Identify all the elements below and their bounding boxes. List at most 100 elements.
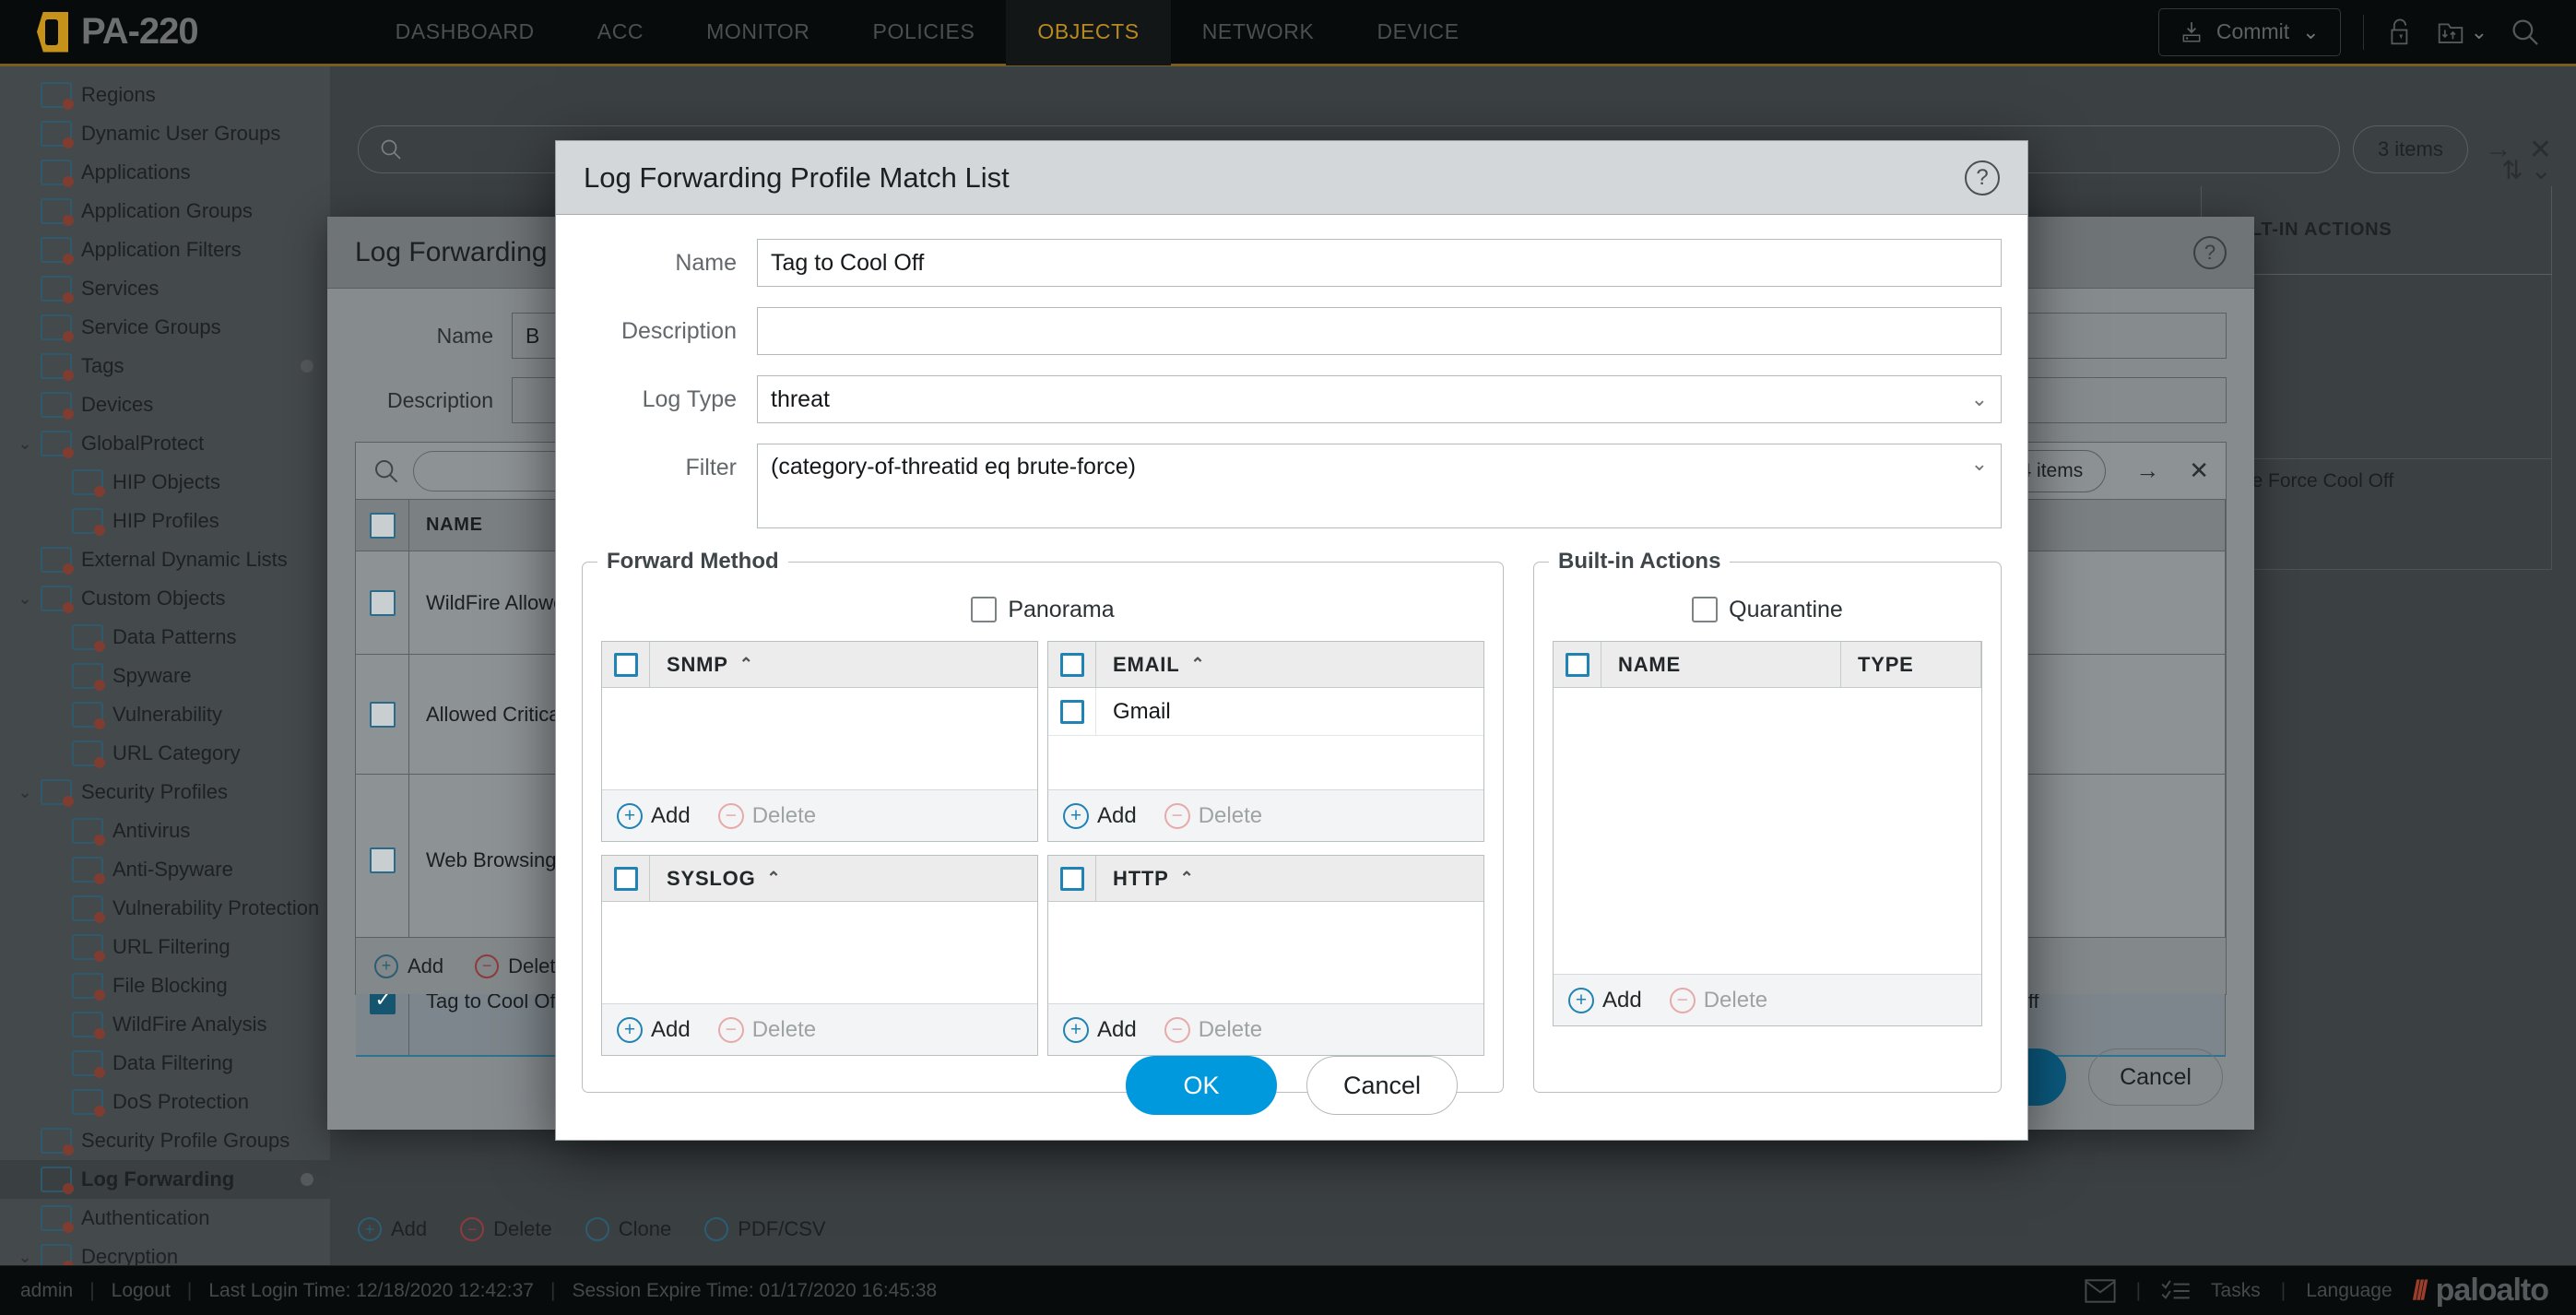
tasks-label[interactable]: Tasks (2211, 1280, 2261, 1302)
filter-input[interactable]: (category-of-threatid eq brute-force) ⌄ (757, 444, 2002, 528)
sidebar-item-antivirus[interactable]: Antivirus (0, 812, 330, 850)
bg-row-checkbox[interactable] (356, 551, 409, 654)
sidebar-item-dynamic-user-groups[interactable]: Dynamic User Groups (0, 114, 330, 153)
chevron-down-icon[interactable]: ⌄ (9, 589, 41, 609)
page-toolbar-delete-button[interactable]: − Delete (460, 1217, 552, 1241)
sort-asc-icon[interactable]: ⌃ (767, 869, 782, 888)
forward-add-button[interactable]: + Add (617, 802, 691, 829)
sidebar-item-application-filters[interactable]: Application Filters (0, 231, 330, 269)
sidebar-item-decryption[interactable]: ⌄ Decryption (0, 1238, 330, 1265)
sidebar-item-globalprotect[interactable]: ⌄ GlobalProtect (0, 424, 330, 463)
forward-header-label-wrap[interactable]: HTTP ⌃ (1096, 867, 1195, 891)
sidebar-item-file-blocking[interactable]: File Blocking (0, 966, 330, 1005)
ok-button[interactable]: OK (1126, 1056, 1277, 1115)
logout-link[interactable]: Logout (112, 1280, 171, 1302)
page-toolbar-clone-button[interactable]: Clone (585, 1217, 671, 1241)
forward-row-checkbox[interactable] (1048, 688, 1096, 735)
sidebar-item-tags[interactable]: Tags (0, 347, 330, 385)
nav-tab-monitor[interactable]: MONITOR (675, 0, 841, 65)
forward-select-all-checkbox[interactable] (1048, 856, 1096, 901)
name-input[interactable]: Tag to Cool Off (757, 239, 2002, 287)
forward-delete-button[interactable]: − Delete (1164, 802, 1262, 829)
forward-header-label-wrap[interactable]: SNMP ⌃ (650, 653, 754, 677)
forward-select-all-checkbox[interactable] (602, 642, 650, 687)
sidebar-item-regions[interactable]: Regions (0, 76, 330, 114)
nav-tab-policies[interactable]: POLICIES (842, 0, 1007, 65)
builtin-add-button[interactable]: + Add (1568, 987, 1642, 1013)
forward-table-row[interactable]: Gmail (1048, 688, 1483, 736)
nav-tab-acc[interactable]: ACC (566, 0, 675, 65)
sidebar-item-authentication[interactable]: Authentication (0, 1199, 330, 1238)
page-toolbar-add-button[interactable]: + Add (358, 1217, 427, 1241)
sidebar-item-log-forwarding[interactable]: Log Forwarding (0, 1160, 330, 1199)
unlock-icon[interactable] (2386, 18, 2414, 47)
sidebar-item-url-category[interactable]: URL Category (0, 734, 330, 773)
panorama-checkbox[interactable] (971, 597, 998, 622)
log-type-select[interactable]: threat ⌄ (757, 375, 2002, 423)
cancel-button[interactable]: Cancel (1306, 1056, 1458, 1115)
description-input[interactable] (757, 307, 2002, 355)
sidebar-item-security-profiles[interactable]: ⌄ Security Profiles (0, 773, 330, 812)
builtin-select-all-checkbox[interactable] (1554, 642, 1601, 687)
mail-icon[interactable] (2085, 1278, 2116, 1303)
column-header[interactable]: BUILT-IN ACTIONS (2202, 186, 2552, 274)
forward-select-all-checkbox[interactable] (602, 856, 650, 901)
chevron-down-icon[interactable]: ⌄ (9, 783, 41, 802)
quarantine-checkbox-row[interactable]: Quarantine (1553, 587, 1982, 632)
sidebar-item-devices[interactable]: Devices (0, 385, 330, 424)
panorama-checkbox-row[interactable]: Panorama (601, 587, 1484, 632)
sidebar-item-custom-objects[interactable]: ⌄ Custom Objects (0, 579, 330, 618)
sidebar-item-vulnerability-protection[interactable]: Vulnerability Protection (0, 889, 330, 928)
sidebar-item-hip-profiles[interactable]: HIP Profiles (0, 502, 330, 540)
help-icon[interactable]: ? (2193, 235, 2227, 269)
bg-delete-button[interactable]: − Delete (475, 954, 567, 978)
builtin-delete-button[interactable]: − Delete (1669, 987, 1767, 1013)
arrow-right-icon[interactable]: → (2135, 456, 2159, 485)
sort-asc-icon[interactable]: ⌃ (739, 655, 754, 674)
sidebar-item-data-filtering[interactable]: Data Filtering (0, 1044, 330, 1083)
sidebar-item-wildfire-analysis[interactable]: WildFire Analysis (0, 1005, 330, 1044)
config-save-icon[interactable]: ⌄ (2436, 18, 2487, 47)
sort-asc-icon[interactable]: ⌃ (1180, 869, 1195, 888)
forward-header-label-wrap[interactable]: EMAIL ⌃ (1096, 653, 1205, 677)
search-icon[interactable] (2510, 17, 2541, 48)
sort-asc-icon[interactable]: ⌃ (1190, 655, 1205, 674)
chevron-down-icon[interactable]: ⌄ (1971, 452, 1988, 476)
nav-tab-network[interactable]: NETWORK (1171, 0, 1346, 65)
sidebar-item-application-groups[interactable]: Application Groups (0, 192, 330, 231)
close-icon[interactable]: ✕ (2189, 456, 2209, 485)
sidebar-item-external-dynamic-lists[interactable]: External Dynamic Lists (0, 540, 330, 579)
commit-button[interactable]: Commit ⌄ (2157, 7, 2341, 56)
bg-cancel-button[interactable]: Cancel (2088, 1048, 2223, 1106)
sidebar-item-service-groups[interactable]: Service Groups (0, 308, 330, 347)
language-label[interactable]: Language (2306, 1280, 2392, 1302)
nav-tab-device[interactable]: DEVICE (1345, 0, 1490, 65)
bg-row-checkbox[interactable] (356, 775, 409, 945)
forward-header-label-wrap[interactable]: SYSLOG ⌃ (650, 867, 781, 891)
bg-select-all-checkbox[interactable] (356, 500, 409, 551)
quarantine-checkbox[interactable] (1692, 597, 1719, 622)
bg-row-checkbox[interactable] (356, 655, 409, 774)
sidebar-item-url-filtering[interactable]: URL Filtering (0, 928, 330, 966)
nav-tab-dashboard[interactable]: DASHBOARD (364, 0, 566, 65)
sidebar-item-spyware[interactable]: Spyware (0, 657, 330, 695)
chevron-down-icon[interactable]: ⌄ (9, 1248, 41, 1266)
bg-add-button[interactable]: + Add (374, 954, 443, 978)
sidebar-item-data-patterns[interactable]: Data Patterns (0, 618, 330, 657)
page-toolbar-pdf-csv-button[interactable]: PDF/CSV (704, 1217, 826, 1241)
sidebar-item-applications[interactable]: Applications (0, 153, 330, 192)
sidebar-item-hip-objects[interactable]: HIP Objects (0, 463, 330, 502)
forward-add-button[interactable]: + Add (1063, 802, 1137, 829)
forward-select-all-checkbox[interactable] (1048, 642, 1096, 687)
scroll-indicator-icon[interactable]: ⇅ ⌄ (2501, 155, 2552, 185)
forward-delete-button[interactable]: − Delete (717, 802, 816, 829)
tasks-icon[interactable] (2161, 1279, 2191, 1303)
sidebar-item-security-profile-groups[interactable]: Security Profile Groups (0, 1121, 330, 1160)
sidebar-item-vulnerability[interactable]: Vulnerability (0, 695, 330, 734)
nav-tab-objects[interactable]: OBJECTS (1006, 0, 1171, 65)
sidebar-item-anti-spyware[interactable]: Anti-Spyware (0, 850, 330, 889)
sidebar-item-services[interactable]: Services (0, 269, 330, 308)
help-icon[interactable]: ? (1965, 160, 2000, 195)
sidebar-item-dos-protection[interactable]: DoS Protection (0, 1083, 330, 1121)
chevron-down-icon[interactable]: ⌄ (9, 434, 41, 454)
